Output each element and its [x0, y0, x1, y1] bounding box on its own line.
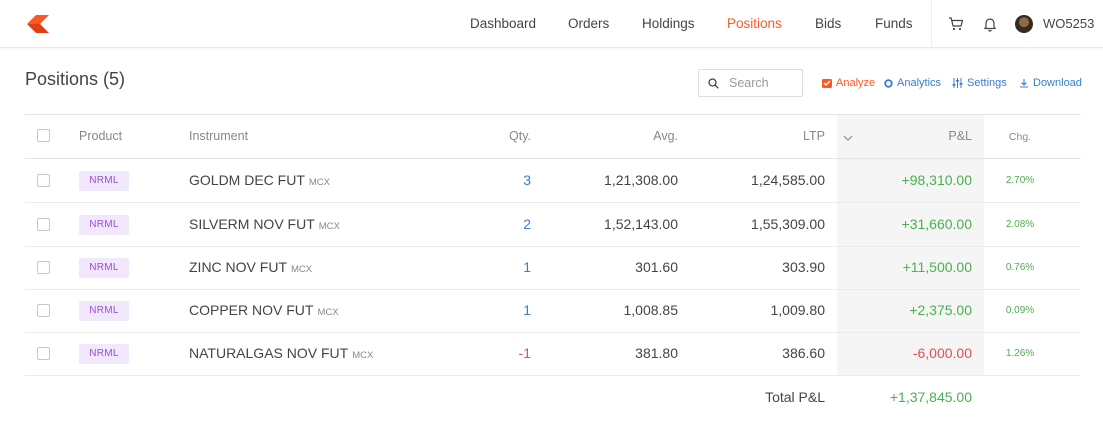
- total-pnl-value: +1,37,845.00: [889, 389, 972, 405]
- nav-orders[interactable]: Orders: [568, 0, 609, 47]
- ltp-cell: 303.90: [782, 258, 825, 275]
- bell-icon[interactable]: [982, 16, 998, 32]
- exchange-label: MCX: [317, 306, 339, 318]
- instrument-cell[interactable]: GOLDM DEC FUT MCX: [189, 172, 330, 188]
- ltp-cell: 1,009.80: [770, 301, 826, 318]
- chg-cell: 0.76%: [1005, 261, 1035, 273]
- chg-cell: 1.26%: [1005, 347, 1035, 359]
- page-title: Positions (5): [25, 69, 126, 89]
- exchange-label: MCX: [352, 349, 374, 361]
- instrument-cell[interactable]: SILVERM NOV FUT MCX: [189, 216, 340, 232]
- search-icon: [708, 78, 719, 89]
- row-divider: [25, 332, 1081, 333]
- analytics-label: Analytics: [897, 77, 942, 89]
- ltp-cell: 1,24,585.00: [751, 171, 825, 188]
- pnl-cell: +11,500.00: [902, 258, 972, 275]
- nav-bids[interactable]: Bids: [815, 0, 841, 47]
- chg-cell: 2.70%: [1005, 174, 1035, 186]
- user-id[interactable]: WO5253: [1043, 0, 1094, 48]
- nav-positions[interactable]: Positions: [727, 0, 782, 47]
- col-ltp[interactable]: LTP: [725, 129, 825, 143]
- user-avatar[interactable]: [1015, 15, 1033, 33]
- row-checkbox[interactable]: [37, 217, 50, 231]
- cart-icon[interactable]: [948, 16, 964, 32]
- analytics-icon: [884, 78, 893, 88]
- total-pnl-label: Total P&L: [765, 389, 825, 405]
- download-icon: [1020, 79, 1028, 88]
- nav-holdings[interactable]: Holdings: [642, 0, 695, 47]
- top-navbar: Dashboard Orders Holdings Positions Bids…: [0, 0, 1103, 48]
- avg-cell: 1,008.85: [623, 301, 679, 318]
- chg-cell: 2.08%: [1005, 218, 1035, 230]
- instrument-name: NATURALGAS NOV FUT: [189, 344, 349, 361]
- analyze-link[interactable]: Analyze: [822, 77, 875, 89]
- pnl-cell: -6,000.00: [912, 344, 972, 361]
- pnl-cell: +31,660.00: [901, 215, 972, 232]
- row-divider: [25, 375, 1081, 376]
- qty-cell: 2: [523, 215, 531, 232]
- col-avg[interactable]: Avg.: [578, 129, 678, 143]
- row-checkbox[interactable]: [37, 173, 50, 187]
- row-divider: [25, 246, 1081, 247]
- nav-funds[interactable]: Funds: [875, 0, 913, 47]
- search-box[interactable]: [698, 69, 803, 97]
- qty-cell: 1: [523, 301, 531, 318]
- exchange-label: MCX: [308, 176, 331, 188]
- avg-cell: 1,52,143.00: [604, 215, 678, 232]
- chg-cell: 0.09%: [1005, 304, 1035, 316]
- chevron-down-icon[interactable]: [843, 133, 853, 143]
- col-instrument[interactable]: Instrument: [189, 129, 248, 143]
- col-product[interactable]: Product: [79, 129, 122, 143]
- avg-cell: 1,21,308.00: [604, 171, 678, 188]
- ltp-cell: 386.60: [782, 344, 825, 361]
- download-label: Download: [1033, 77, 1082, 89]
- analyze-label: Analyze: [836, 77, 876, 89]
- pnl-cell: +98,310.00: [901, 171, 972, 188]
- row-divider: [25, 202, 1081, 203]
- avg-cell: 381.80: [635, 344, 678, 361]
- table-header-border: [25, 158, 1081, 159]
- analyze-icon: [822, 79, 832, 88]
- instrument-name: COPPER NOV FUT: [189, 301, 314, 318]
- kite-logo-icon[interactable]: [27, 15, 49, 33]
- settings-link[interactable]: Settings: [952, 77, 1007, 89]
- qty-cell: 3: [523, 171, 531, 188]
- exchange-label: MCX: [291, 263, 313, 275]
- download-link[interactable]: Download: [1019, 77, 1082, 89]
- pnl-cell: +2,375.00: [909, 301, 972, 318]
- instrument-cell[interactable]: ZINC NOV FUT MCX: [189, 259, 312, 275]
- nav-divider: [931, 0, 932, 47]
- pnl-column-shade: [837, 114, 984, 376]
- instrument-cell[interactable]: NATURALGAS NOV FUT MCX: [189, 345, 373, 361]
- col-chg[interactable]: Chg.: [990, 131, 1050, 143]
- nav-dashboard[interactable]: Dashboard: [470, 0, 536, 47]
- sliders-icon: [952, 78, 963, 88]
- qty-cell: 1: [523, 258, 531, 275]
- instrument-cell[interactable]: COPPER NOV FUT MCX: [189, 302, 339, 318]
- table-top-border: [25, 114, 1081, 115]
- row-checkbox[interactable]: [37, 346, 50, 360]
- search-input[interactable]: [729, 73, 797, 93]
- analytics-link[interactable]: Analytics: [884, 77, 941, 89]
- row-checkbox[interactable]: [37, 260, 50, 274]
- settings-label: Settings: [967, 77, 1007, 89]
- product-badge: NRML: [79, 257, 129, 278]
- product-badge: NRML: [79, 343, 129, 364]
- row-divider: [25, 289, 1081, 290]
- instrument-name: ZINC NOV FUT: [189, 258, 287, 275]
- row-checkbox[interactable]: [37, 303, 50, 317]
- product-badge: NRML: [79, 300, 129, 321]
- col-qty[interactable]: Qty.: [471, 129, 531, 143]
- product-badge: NRML: [79, 214, 129, 235]
- ltp-cell: 1,55,309.00: [751, 215, 825, 232]
- avg-cell: 301.60: [635, 258, 678, 275]
- instrument-name: GOLDM DEC FUT: [189, 171, 305, 188]
- qty-cell: -1: [518, 344, 531, 361]
- col-pnl[interactable]: P&L: [870, 129, 972, 143]
- exchange-label: MCX: [318, 220, 340, 232]
- product-badge: NRML: [79, 170, 129, 191]
- select-all-checkbox[interactable]: [37, 129, 50, 142]
- instrument-name: SILVERM NOV FUT: [189, 215, 315, 232]
